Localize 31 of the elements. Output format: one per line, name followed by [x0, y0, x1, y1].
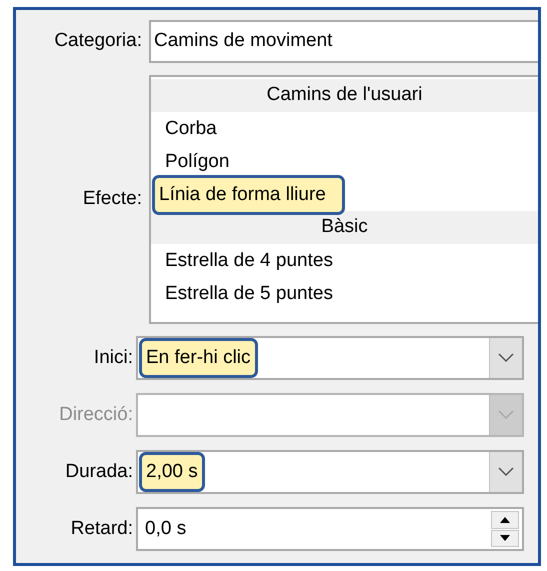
- highlighted-value: 2,00 s: [139, 452, 205, 492]
- up-arrow-icon: [500, 516, 510, 523]
- field-label: Durada:: [64, 460, 134, 484]
- effect-list[interactable]: Camins de l'usuari Corba Polígon Línia de forma lliure Bàsic Estrella de 4 puntes Estrella de 5 puntes: [149, 75, 538, 324]
- dropdown-field[interactable]: 2,00 s: [136, 450, 524, 494]
- field-label: Retard:: [70, 516, 134, 541]
- dropdown-button[interactable]: [489, 452, 522, 492]
- list-item[interactable]: Estrella de 5 puntes: [151, 276, 347, 310]
- spin-down-button[interactable]: [491, 530, 519, 547]
- dropdown-button[interactable]: [489, 395, 522, 435]
- list-group-header: Camins de l'usuari: [151, 79, 538, 112]
- list-group-header: Bàsic: [151, 211, 538, 244]
- chevron-down-icon: [498, 410, 514, 420]
- spin-up-button[interactable]: [491, 511, 519, 528]
- list-item[interactable]: Línia de forma lliure: [152, 174, 345, 214]
- dropdown-button[interactable]: [489, 338, 522, 378]
- dropdown-field[interactable]: En fer-hi clic: [136, 336, 524, 380]
- down-arrow-icon: [500, 535, 510, 542]
- list-item[interactable]: Estrella de 4 puntes: [151, 244, 347, 278]
- spinner-field[interactable]: 0,0 s: [136, 507, 524, 551]
- chevron-down-icon: [498, 353, 514, 363]
- category-field[interactable]: Camins de moviment: [149, 20, 538, 63]
- highlighted-value: En fer-hi clic: [139, 338, 258, 378]
- field-label: Categoria:: [53, 29, 143, 54]
- dropdown-field[interactable]: [136, 393, 524, 437]
- field-label: Inici:: [92, 346, 134, 370]
- field-label: Direcció:: [58, 402, 134, 427]
- field-label: Efecte:: [82, 187, 143, 212]
- chevron-down-icon: [498, 467, 514, 477]
- list-item[interactable]: Corba: [151, 112, 231, 146]
- field-value: Camins de moviment: [154, 29, 332, 54]
